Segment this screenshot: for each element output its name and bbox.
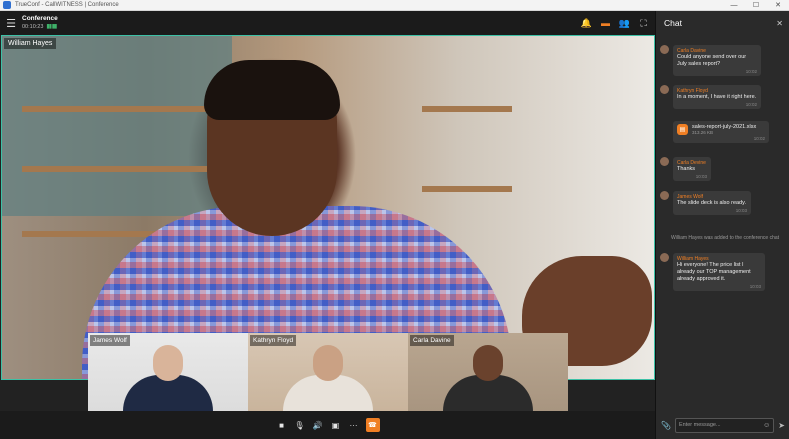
shelf (22, 166, 222, 172)
participant-name: Kathryn Floyd (250, 335, 297, 346)
chat-messages: Carla Davine Could anyone send over our … (656, 35, 789, 407)
participants-icon[interactable]: 👥 (617, 16, 632, 31)
send-icon[interactable]: ➤ (778, 421, 785, 430)
avatar (660, 157, 669, 166)
shelf (422, 106, 512, 112)
system-message: William Hayes was added to the conferenc… (670, 235, 780, 241)
avatar (660, 191, 669, 200)
avatar (660, 45, 669, 54)
participant-thumbnail[interactable]: Carla Davine (408, 333, 568, 411)
close-window-button[interactable]: ✕ (767, 0, 789, 11)
window-title: TrueConf - CallWITNESS | Conference (15, 2, 119, 8)
avatar (660, 85, 669, 94)
participant-name: James Wolf (90, 335, 130, 346)
signal-icon: ▮▮ ▮▮ (46, 24, 57, 31)
participant-thumbnails: James Wolf Kathryn Floyd Carla Davine (88, 333, 568, 411)
file-message[interactable]: ▤ sales-report-july-2021.xlsx 313.26 KB … (673, 121, 769, 143)
file-size: 313.26 KB (692, 130, 714, 135)
message-text: Could anyone send over our July sales re… (677, 54, 747, 67)
microphone-icon[interactable]: 🎙 (294, 419, 306, 431)
message-time: 10:03 (735, 207, 747, 213)
camera-icon[interactable]: ■ (276, 419, 288, 431)
background-wall (2, 36, 232, 216)
call-timer: 00:10:23 (22, 23, 44, 30)
call-controls: ■ 🎙 🔊 ▣ ··· ☎ (0, 411, 655, 439)
conference-title: Conference (22, 14, 58, 22)
message-time: 10:03 (749, 283, 761, 289)
message-time: 10:02 (753, 136, 765, 141)
message-input[interactable] (678, 422, 764, 428)
chat-input-bar: 📎 ☺ ➤ (656, 411, 789, 439)
fullscreen-icon[interactable]: ⛶ (636, 16, 651, 31)
chat-panel: Chat ✕ Carla Davine Could anyone send ov… (655, 11, 789, 439)
message-text: The slide deck is also ready. (677, 200, 746, 206)
paperclip-icon[interactable]: 📎 (661, 421, 671, 430)
avatar (660, 253, 669, 262)
shelf (422, 186, 512, 192)
participant-thumbnail[interactable]: James Wolf (88, 333, 248, 411)
main-speaker-video[interactable]: William Hayes (1, 35, 655, 380)
speaker-icon[interactable]: 🔊 (312, 419, 324, 431)
chat-message: William Hayes Hi everyone! The price lis… (660, 253, 765, 291)
video-area: ☰ Conference 00:10:23 ▮▮ ▮▮ 🔔 ▬ 👥 ⛶ Will… (0, 11, 655, 439)
chat-title: Chat (664, 18, 682, 28)
speaker-hair (204, 60, 340, 120)
file-icon: ▤ (677, 124, 688, 135)
screen-share-icon[interactable]: ▣ (330, 419, 342, 431)
message-text: Hi everyone! The price list I already ou… (677, 262, 751, 282)
conference-app: ☰ Conference 00:10:23 ▮▮ ▮▮ 🔔 ▬ 👥 ⛶ Will… (0, 11, 789, 439)
chat-message: Carla Davine Could anyone send over our … (660, 45, 761, 76)
chat-icon[interactable]: ▬ (598, 16, 613, 31)
chat-message: Carla Devine Thanks 10:03 (660, 157, 711, 181)
window-titlebar: TrueConf - CallWITNESS | Conference — ☐ … (0, 0, 789, 11)
chat-message: James Wolf The slide deck is also ready.… (660, 191, 751, 215)
message-time: 10:03 (695, 173, 707, 179)
speaker-name-tag: William Hayes (4, 38, 57, 49)
end-call-icon[interactable]: ☎ (365, 418, 380, 432)
participant-thumbnail[interactable]: Kathryn Floyd (248, 333, 408, 411)
maximize-button[interactable]: ☐ (745, 0, 767, 11)
message-time: 10:02 (745, 68, 757, 74)
conference-topbar: ☰ Conference 00:10:23 ▮▮ ▮▮ 🔔 ▬ 👥 ⛶ (0, 11, 655, 35)
menu-icon[interactable]: ☰ (0, 11, 22, 35)
message-text: In a moment, I have it right here. (677, 94, 757, 100)
shelf (22, 106, 222, 112)
message-text: Thanks (677, 166, 696, 172)
message-time: 10:02 (745, 101, 757, 107)
more-options-icon[interactable]: ··· (348, 419, 360, 431)
minimize-button[interactable]: — (723, 0, 745, 11)
app-logo-icon (3, 1, 11, 9)
close-icon[interactable]: ✕ (776, 19, 783, 28)
participant-name: Carla Davine (410, 335, 454, 346)
emoji-icon[interactable]: ☺ (763, 422, 770, 429)
message-input-box[interactable]: ☺ (674, 417, 775, 433)
notification-bell-icon[interactable]: 🔔 (579, 16, 594, 31)
chat-message: Kathryn Floyd In a moment, I have it rig… (660, 85, 761, 109)
